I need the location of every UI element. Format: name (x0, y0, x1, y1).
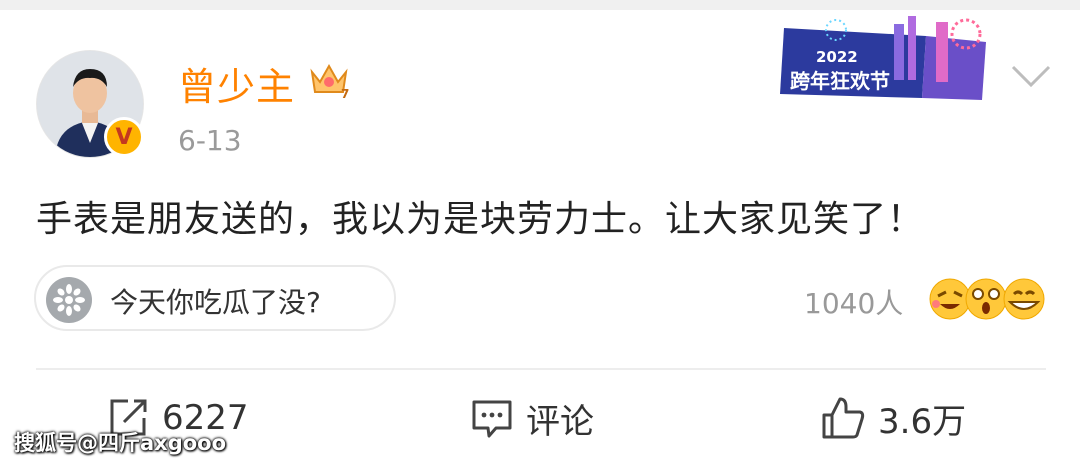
like-count: 3.6万 (878, 401, 967, 442)
author-name[interactable]: 曾少主 (178, 56, 295, 111)
shocked-emoji-icon (965, 278, 1007, 320)
reaction-emojis[interactable] (928, 274, 1046, 324)
comment-button[interactable]: 评论 (470, 395, 594, 442)
crown-membership-icon: 7 (310, 63, 349, 100)
topic-label: 今天你吃瓜了没? (110, 286, 321, 319)
divider (36, 368, 1046, 370)
watermark: 搜狐号@四斤axgooo (14, 431, 227, 455)
thumbs-up-icon (822, 397, 865, 439)
post-date: 6-13 (178, 124, 242, 157)
chevron-down-icon[interactable] (1010, 62, 1052, 90)
comment-icon (472, 400, 512, 438)
like-button[interactable]: 3.6万 (820, 395, 967, 442)
verified-v-icon: V (104, 117, 144, 157)
topic-pill[interactable]: 今天你吃瓜了没? (34, 265, 396, 331)
svg-text:7: 7 (341, 87, 349, 100)
topic-icon (46, 277, 92, 323)
post-content: 手表是朋友送的，我以为是块劳力士。让大家见笑了！ (36, 199, 925, 240)
grinning-emoji-icon (1003, 278, 1045, 320)
new-year-carnival-banner: 2022 跨年狂欢节 (780, 16, 986, 100)
banner-title: 跨年狂欢节 (790, 69, 890, 93)
top-strip (0, 0, 1080, 10)
banner-year: 2022 (816, 48, 858, 66)
reaction-count: 1040人 (804, 287, 904, 320)
laughing-emoji-icon (929, 278, 971, 320)
comment-label: 评论 (526, 401, 594, 442)
